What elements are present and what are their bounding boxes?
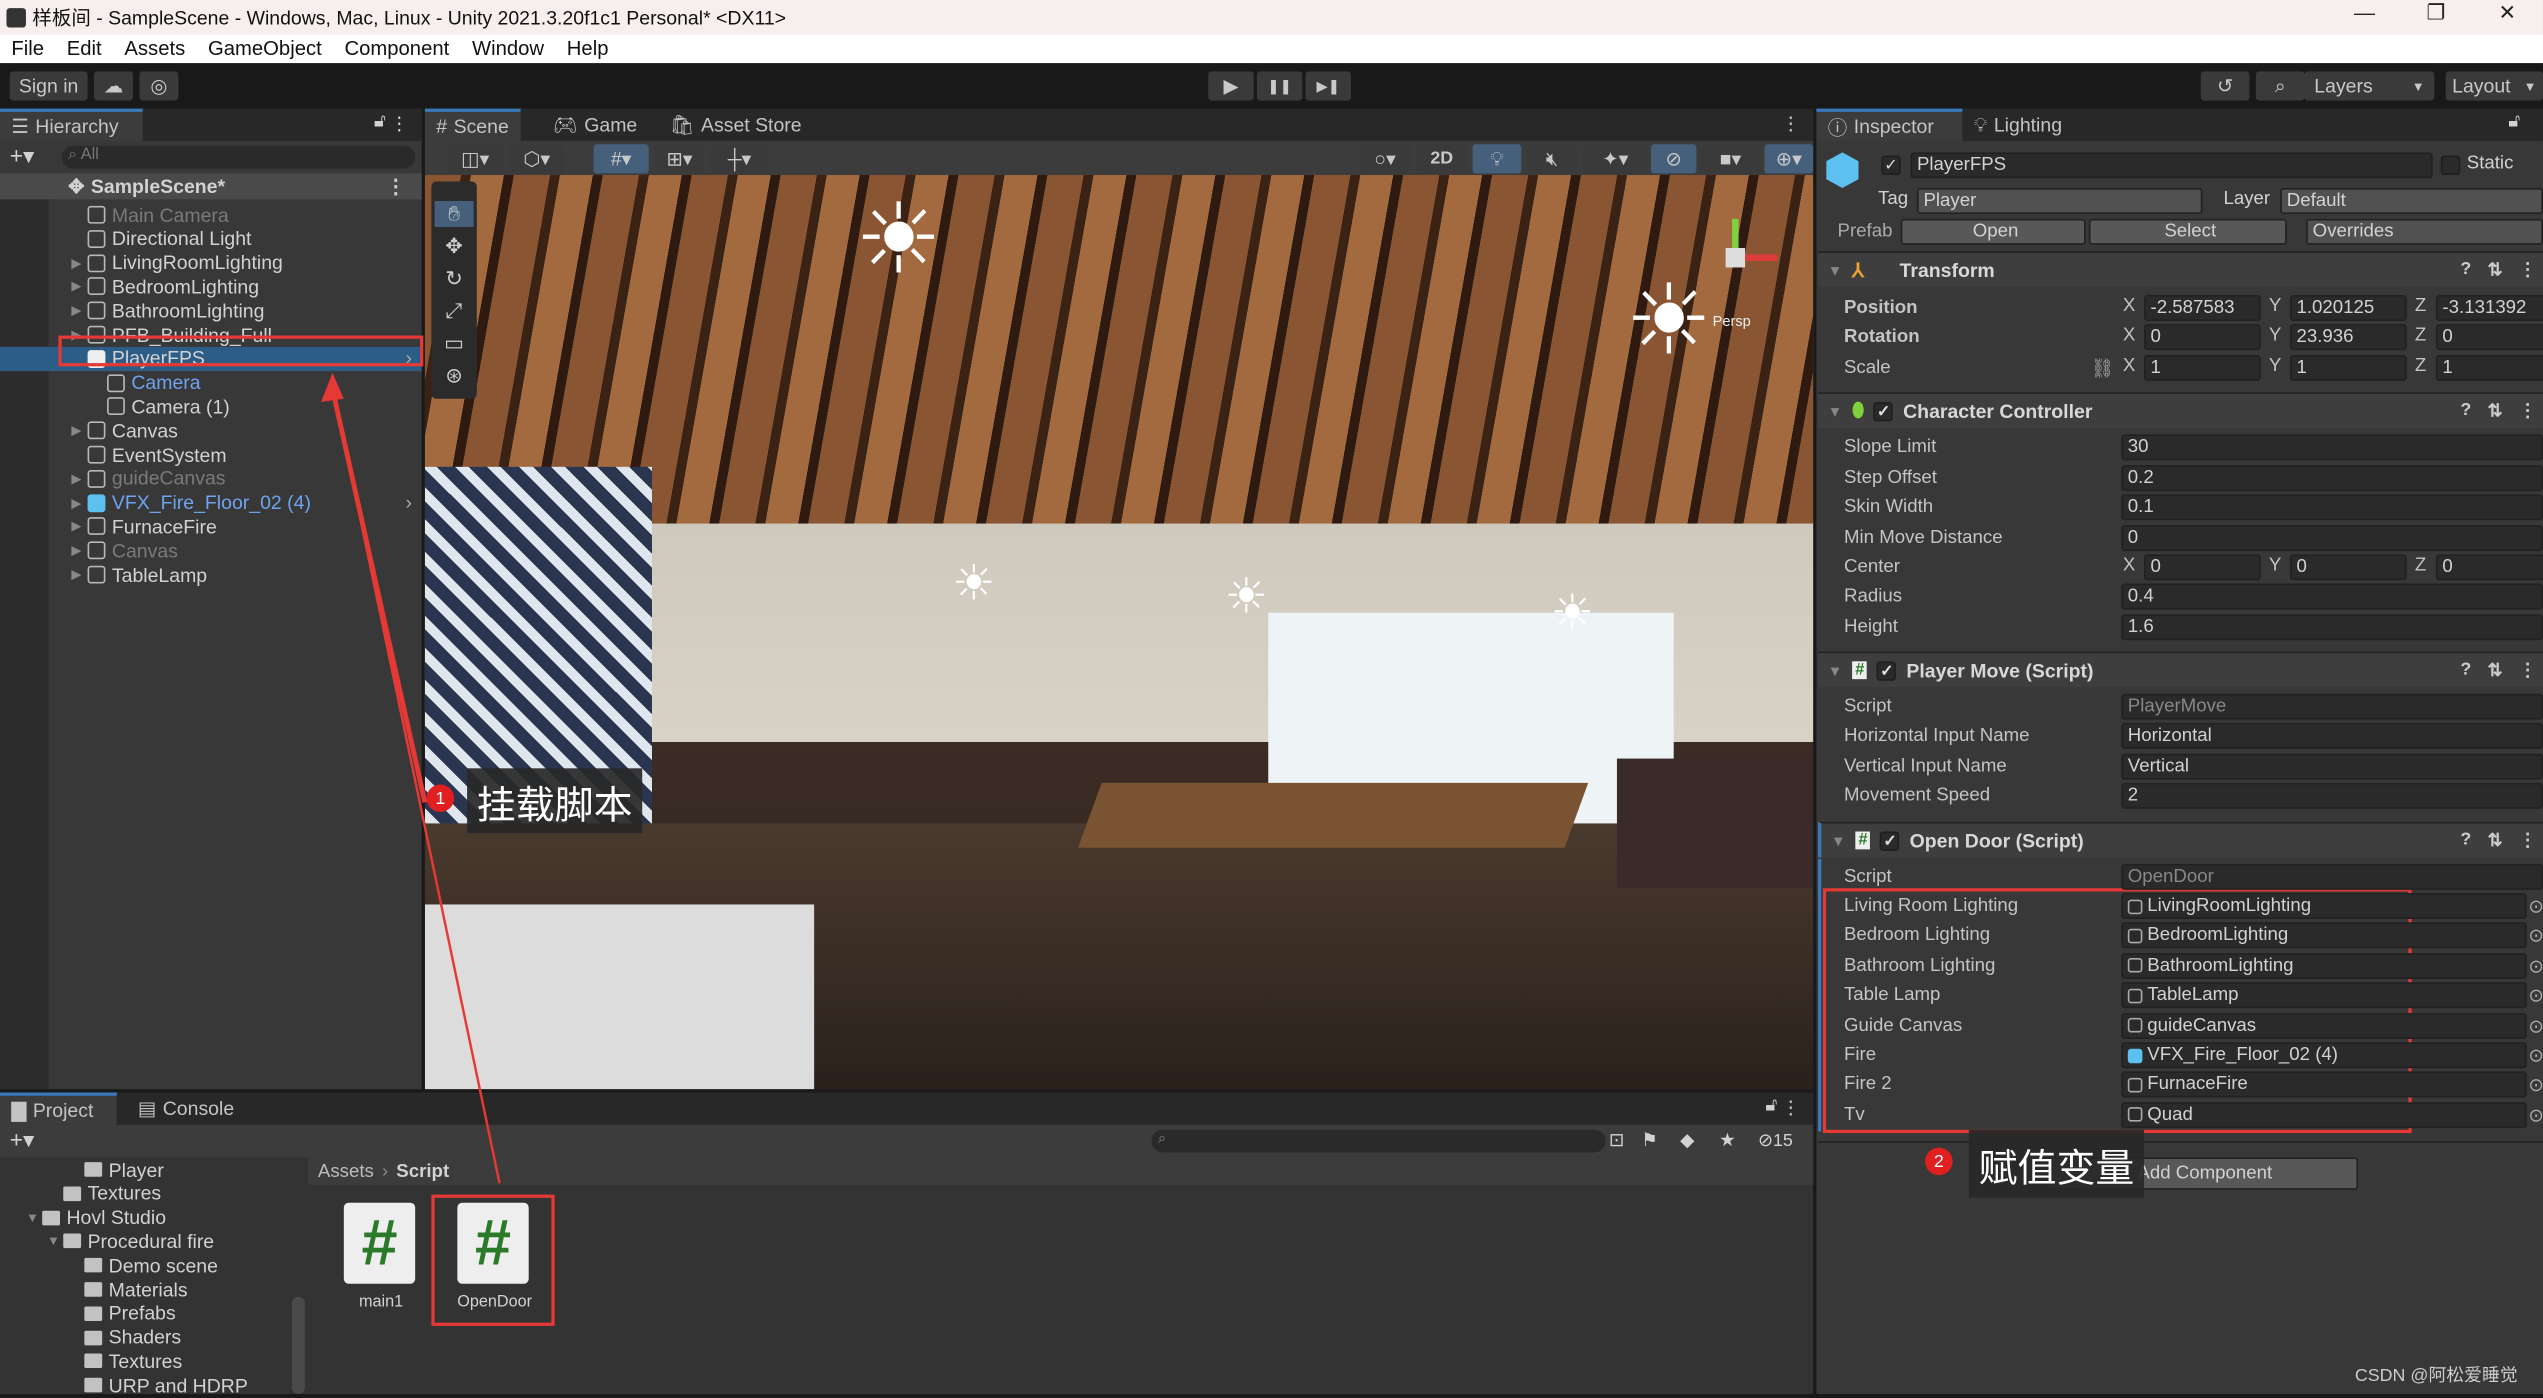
y-field[interactable]: 1 <box>2289 354 2407 381</box>
object-reference-field[interactable]: FurnaceFire <box>2121 1072 2527 1098</box>
value-field[interactable]: 0 <box>2121 524 2543 551</box>
axis-x-label: X <box>2122 325 2136 346</box>
axis-z-label: Z <box>2414 555 2427 576</box>
object-picker-icon[interactable]: ⊙ <box>2528 925 2543 947</box>
axis-x-label: X <box>2122 356 2136 377</box>
field-label: Living Room Lighting <box>1843 896 2019 916</box>
x-field[interactable]: 1 <box>2144 354 2261 381</box>
object-picker-icon[interactable]: ⊙ <box>2528 984 2543 1006</box>
center-label: Center <box>1843 557 1900 578</box>
object-picker-icon[interactable]: ⊙ <box>2528 1074 2543 1096</box>
reference-value: BathroomLighting <box>2147 956 2294 976</box>
axis-y-label: Y <box>2268 296 2282 317</box>
object-picker-icon[interactable]: ⊙ <box>2528 1014 2543 1036</box>
gameobject-icon <box>2127 928 2143 944</box>
x-field[interactable]: 0 <box>2144 554 2261 581</box>
x-field[interactable]: -2.587583 <box>2144 295 2261 321</box>
object-reference-field[interactable]: guideCanvas <box>2121 1012 2527 1039</box>
object-picker-icon[interactable]: ⊙ <box>2528 1044 2543 1066</box>
reference-value: Quad <box>2147 1105 2193 1125</box>
arrow-line <box>330 388 428 803</box>
arrow-head <box>321 372 344 402</box>
prefab-icon <box>2127 1047 2143 1063</box>
object-reference-field[interactable]: BedroomLighting <box>2121 922 2527 949</box>
field-label: Vertical Input Name <box>1843 756 2007 776</box>
value-field[interactable]: 0.2 <box>2121 464 2543 491</box>
gameobject-icon <box>2127 898 2143 914</box>
annotation-callout-1: 挂载脚本 <box>467 768 643 834</box>
field-label: Bathroom Lighting <box>1843 956 1996 976</box>
script-reference-field[interactable]: PlayerMove <box>2121 693 2543 720</box>
field-label: Step Offset <box>1843 467 1937 488</box>
object-picker-icon[interactable]: ⊙ <box>2528 895 2543 917</box>
z-field[interactable]: 0 <box>2435 554 2543 581</box>
object-reference-field[interactable]: Quad <box>2121 1101 2527 1128</box>
object-reference-field[interactable]: BathroomLighting <box>2121 952 2527 979</box>
object-reference-field[interactable]: VFX_Fire_Floor_02 (4) <box>2121 1042 2527 1069</box>
value-field[interactable]: Vertical <box>2121 752 2543 779</box>
height-label: Height <box>1843 617 1898 638</box>
axis-z-label: Z <box>2414 325 2427 346</box>
reference-value: TableLamp <box>2147 985 2239 1006</box>
z-field[interactable]: 0 <box>2435 324 2543 351</box>
reference-value: LivingRoomLighting <box>2147 896 2312 916</box>
annotation-callout-2: 赋值变量 <box>1968 1129 2145 1198</box>
field-label: Fire <box>1843 1045 1877 1065</box>
value-field[interactable]: Horizontal <box>2121 722 2543 749</box>
field-label: Guide Canvas <box>1843 1015 1963 1036</box>
annotation-badge-1: 1 <box>426 784 455 813</box>
axis-y-label: Y <box>2268 356 2282 377</box>
object-picker-icon[interactable]: ⊙ <box>2528 1104 2543 1126</box>
radius-label: Radius <box>1843 586 1903 607</box>
value-field[interactable]: 2 <box>2121 782 2543 809</box>
reference-value: FurnaceFire <box>2147 1075 2248 1095</box>
height-field[interactable]: 1.6 <box>2121 614 2543 641</box>
gameobject-icon <box>2127 958 2143 974</box>
position-label: Position <box>1843 298 1918 318</box>
watermark: CSDN @阿松爱睡觉 <box>2354 1366 2518 1386</box>
gameobject-icon <box>2127 988 2143 1003</box>
reference-value: guideCanvas <box>2147 1015 2257 1036</box>
field-label: Slope Limit <box>1843 437 1937 458</box>
y-field[interactable]: 1.020125 <box>2289 295 2407 321</box>
z-field[interactable]: 1 <box>2435 354 2543 381</box>
gameobject-icon <box>2127 1107 2143 1123</box>
object-picker-icon[interactable]: ⊙ <box>2528 954 2543 977</box>
script-label: Script <box>1843 867 1892 887</box>
constrain-proportions-icon[interactable]: ⛓ <box>2091 357 2115 379</box>
field-label: Table Lamp <box>1843 985 1941 1006</box>
reference-value: BedroomLighting <box>2147 926 2289 946</box>
annotation-badge-2: 2 <box>1925 1147 1953 1176</box>
axis-z-label: Z <box>2414 296 2427 317</box>
script-reference-field[interactable]: OpenDoor <box>2121 863 2543 890</box>
value-field[interactable]: 0.1 <box>2121 494 2543 521</box>
field-label: Movement Speed <box>1843 786 1991 806</box>
scale-label: Scale <box>1843 358 1891 378</box>
axis-y-label: Y <box>2268 555 2282 576</box>
value-field[interactable]: 30 <box>2121 434 2543 461</box>
field-label: Tv <box>1843 1105 1865 1125</box>
axis-x-label: X <box>2122 296 2136 317</box>
reference-value: VFX_Fire_Floor_02 (4) <box>2147 1045 2339 1065</box>
rotation-label: Rotation <box>1843 327 1920 347</box>
y-field[interactable]: 23.936 <box>2289 324 2407 351</box>
object-reference-field[interactable]: TableLamp <box>2121 982 2527 1009</box>
script-label: Script <box>1843 696 1892 717</box>
field-label: Min Move Distance <box>1843 527 2003 548</box>
gameobject-icon <box>2127 1018 2143 1033</box>
field-label: Horizontal Input Name <box>1843 726 2030 746</box>
object-reference-field[interactable]: LivingRoomLighting <box>2121 893 2527 920</box>
y-field[interactable]: 0 <box>2289 554 2407 581</box>
axis-x-label: X <box>2122 555 2136 576</box>
z-field[interactable]: -3.131392 <box>2435 295 2543 321</box>
axis-y-label: Y <box>2268 325 2282 346</box>
axis-z-label: Z <box>2414 356 2427 377</box>
field-label: Bedroom Lighting <box>1843 926 1991 946</box>
field-label: Skin Width <box>1843 497 1934 518</box>
gameobject-icon <box>2127 1077 2143 1093</box>
x-field[interactable]: 0 <box>2144 324 2261 351</box>
field-label: Fire 2 <box>1843 1075 1892 1095</box>
radius-field[interactable]: 0.4 <box>2121 583 2543 610</box>
